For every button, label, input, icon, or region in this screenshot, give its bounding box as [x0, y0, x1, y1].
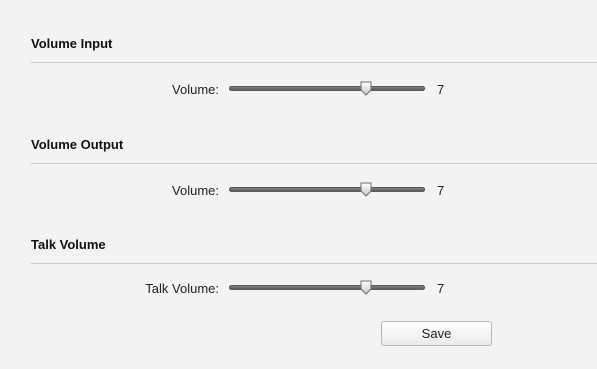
- section-divider: [31, 163, 597, 164]
- slider-thumb[interactable]: [360, 182, 372, 197]
- section-title-talk-volume: Talk Volume: [31, 237, 106, 252]
- slider-track[interactable]: [229, 187, 425, 192]
- volume-settings-page: Volume Input Volume: 7 Volume Output Vol…: [0, 0, 597, 369]
- volume-input-slider[interactable]: [229, 81, 425, 96]
- talk-volume-slider[interactable]: [229, 280, 425, 295]
- section-title-volume-input: Volume Input: [31, 36, 113, 51]
- slider-thumb[interactable]: [360, 280, 372, 295]
- section-title-volume-output: Volume Output: [31, 137, 124, 152]
- volume-output-label: Volume:: [172, 183, 219, 198]
- volume-input-value: 7: [437, 82, 445, 97]
- talk-volume-value: 7: [437, 281, 445, 296]
- talk-volume-label: Talk Volume:: [145, 281, 219, 296]
- save-button[interactable]: Save: [381, 321, 492, 346]
- slider-track[interactable]: [229, 86, 425, 91]
- volume-output-slider[interactable]: [229, 182, 425, 197]
- section-divider: [31, 263, 597, 264]
- volume-input-label: Volume:: [172, 82, 219, 97]
- volume-output-value: 7: [437, 183, 445, 198]
- slider-thumb[interactable]: [360, 81, 372, 96]
- slider-track[interactable]: [229, 285, 425, 290]
- section-divider: [31, 62, 597, 63]
